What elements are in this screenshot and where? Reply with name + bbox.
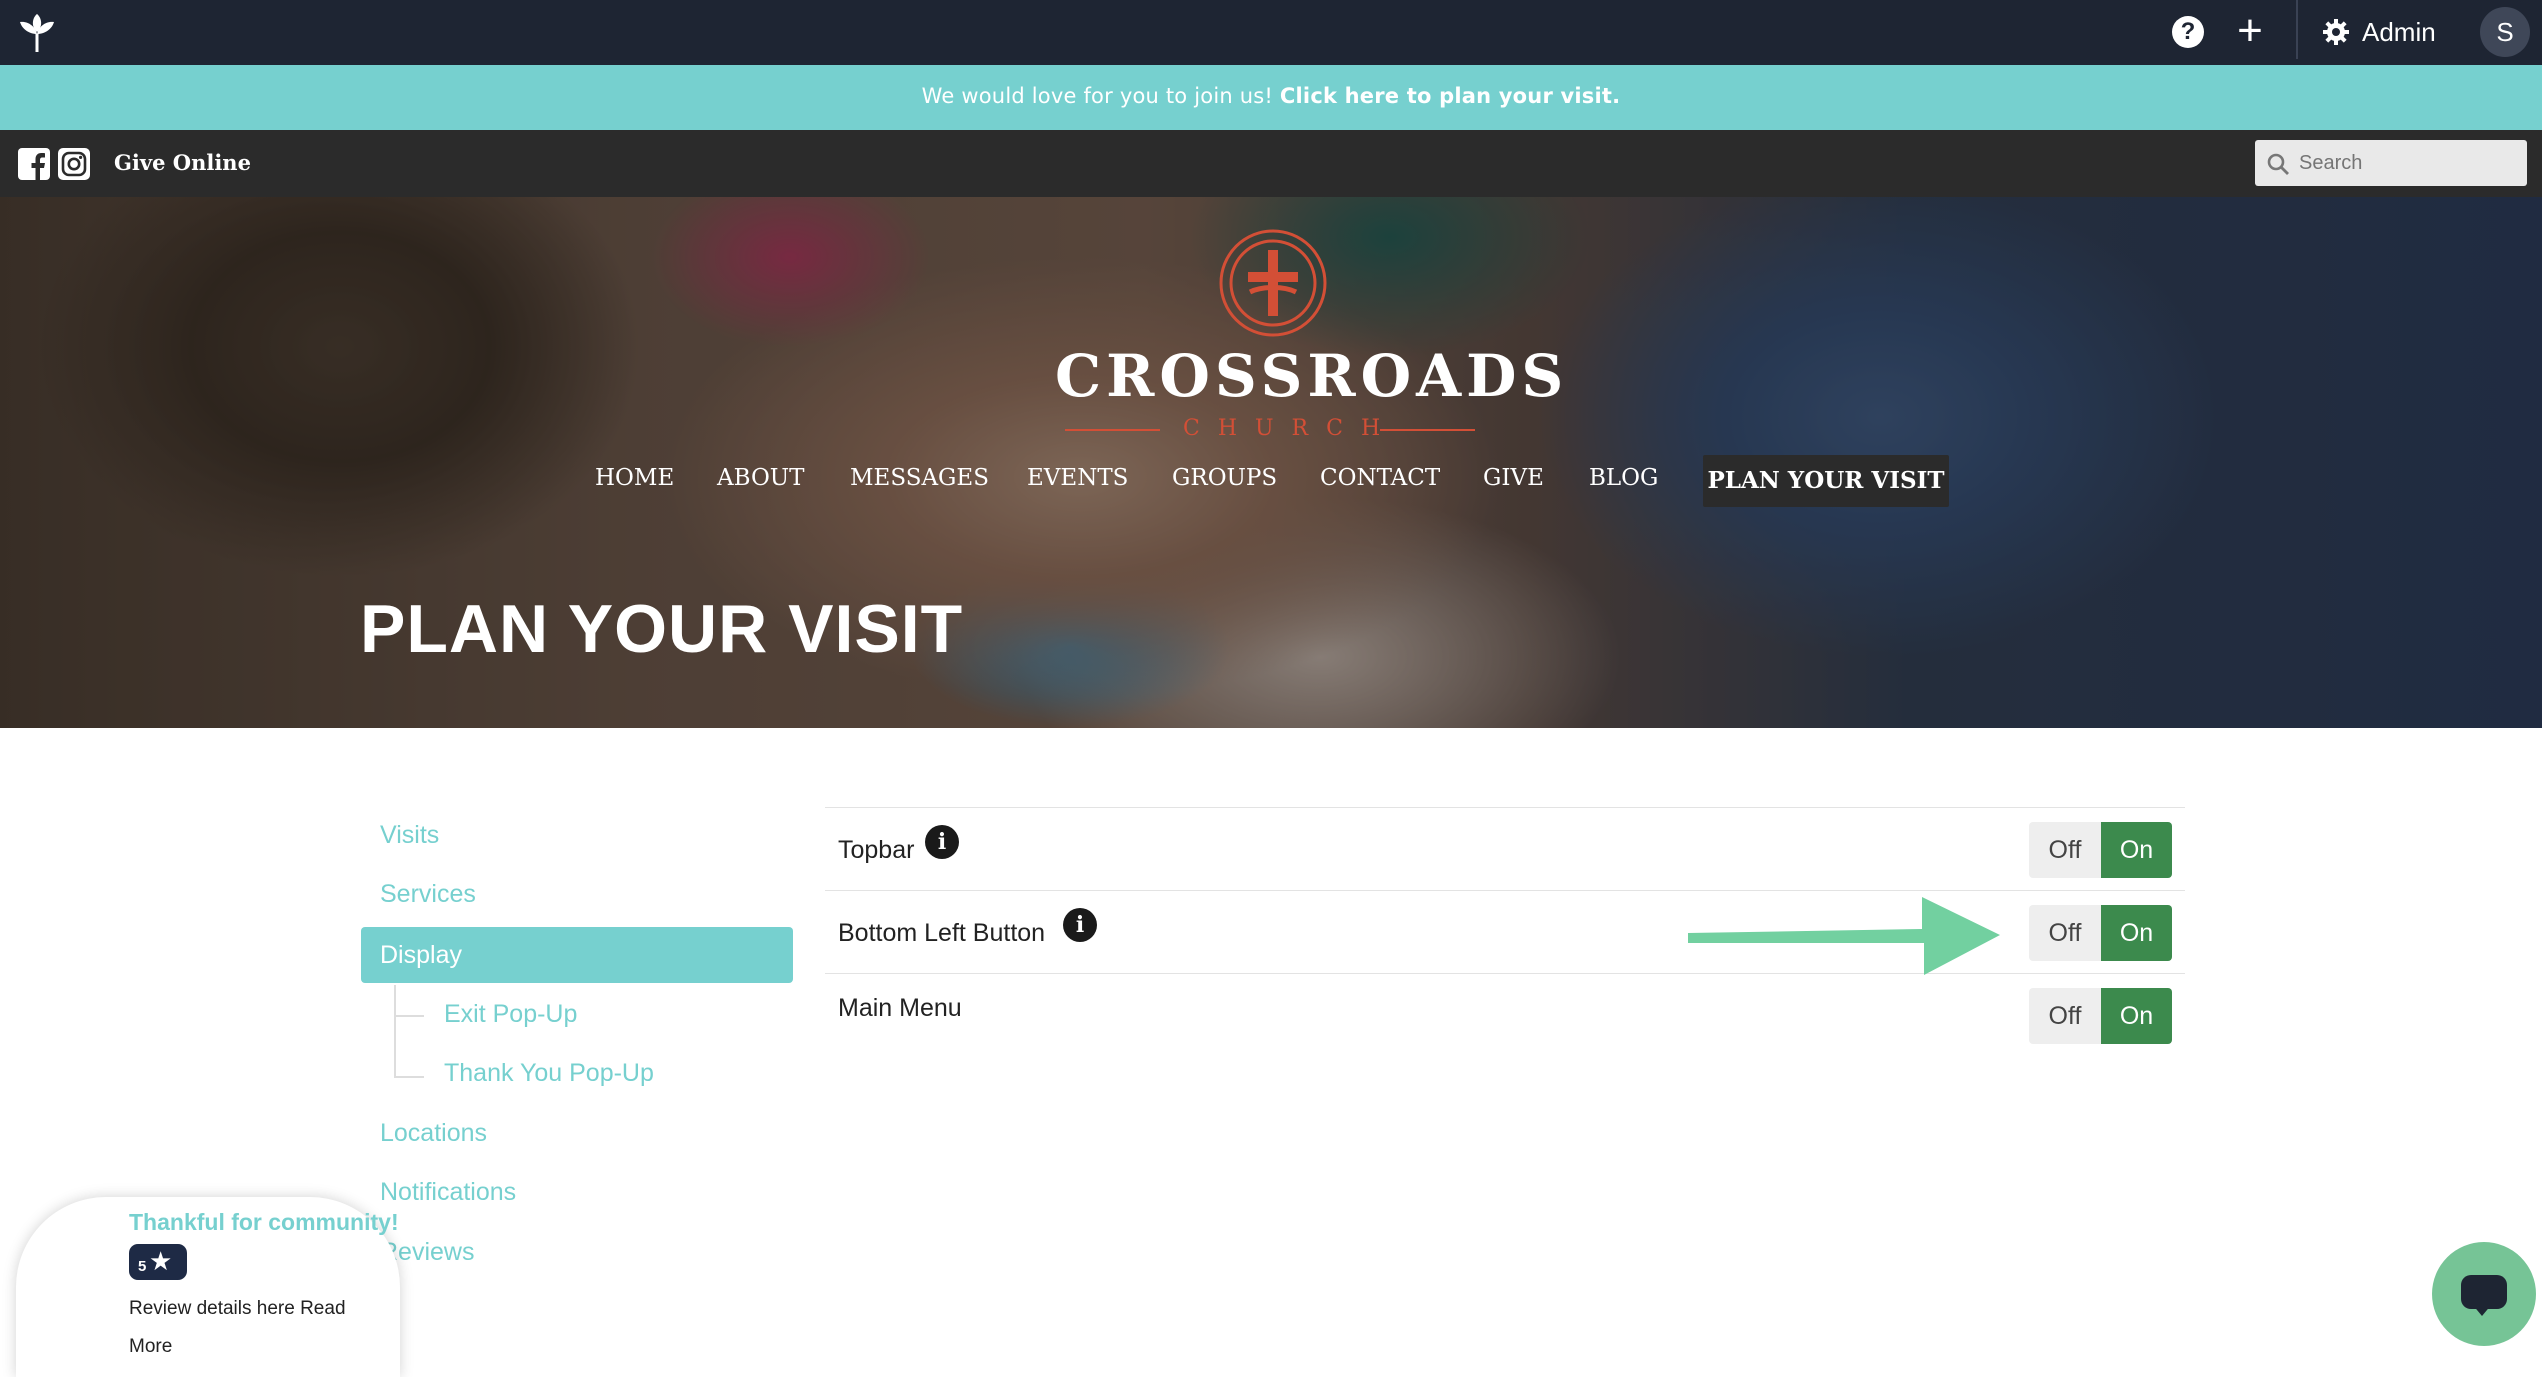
sidebar-item-thank-you-popup[interactable]: Thank You Pop-Up [444,1059,654,1088]
setting-row-topbar: Topbar [825,807,2185,890]
setting-label: Main Menu [838,994,962,1022]
utility-bar: Give Online [0,130,2542,197]
nav-home[interactable]: HOME [595,465,674,491]
nav-about[interactable]: ABOUT [717,465,805,491]
toggle-on-option[interactable]: On [2101,822,2172,878]
admin-label: Admin [2362,16,2436,47]
nav-messages[interactable]: MESSAGES [850,465,989,491]
admin-settings-button[interactable]: Admin [2322,12,2436,52]
gear-icon [2323,19,2349,45]
leaf-logo-icon[interactable] [16,12,58,54]
nav-contact[interactable]: CONTACT [1320,465,1440,491]
arrow-annotation-icon [1688,897,2000,975]
review-title: Thankful for community! [129,1209,399,1235]
nav-groups[interactable]: GROUPS [1172,465,1277,491]
nav-plan-your-visit-button[interactable]: PLAN YOUR VISIT [1703,455,1949,507]
nav-events[interactable]: EVENTS [1027,465,1128,491]
instagram-icon[interactable] [58,148,90,180]
setting-label: Topbar [838,836,915,864]
admin-bar: ? + Admin S [0,0,2542,65]
toggle-off-option[interactable]: Off [2029,905,2101,961]
nav-give[interactable]: GIVE [1483,465,1544,491]
church-subtitle: CHURCH [1065,416,1475,444]
review-read-more-link[interactable]: More [129,1328,379,1366]
admin-bar-divider [2296,0,2298,59]
topbar-toggle[interactable]: Off On [2029,822,2172,878]
info-icon[interactable]: i [1063,908,1097,942]
sidebar-item-visits[interactable]: Visits [380,821,439,850]
sidebar-item-locations[interactable]: Locations [380,1119,487,1148]
announcement-link[interactable]: Click here to plan your visit. [1280,84,1620,108]
star-icon: ★ [149,1246,173,1276]
search-icon [2267,153,2289,175]
facebook-icon[interactable] [18,148,50,180]
setting-label: Bottom Left Button [838,919,1046,947]
sidebar-item-exit-popup[interactable]: Exit Pop-Up [444,1000,577,1029]
add-icon[interactable]: + [2230,8,2270,56]
church-name: CROSSROADS [1055,342,1569,410]
setting-row-main-menu: Main Menu [825,973,2185,1056]
announcement-bar: We would love for you to join us! Click … [0,65,2542,130]
rating-badge: 5 ★ [129,1244,187,1280]
info-icon[interactable]: i [925,825,959,859]
bottom-left-button-toggle[interactable]: Off On [2029,905,2172,961]
toggle-off-option[interactable]: Off [2029,822,2101,878]
cross-logo-icon [1219,229,1327,337]
sidebar-item-services[interactable]: Services [380,880,476,909]
toggle-off-option[interactable]: Off [2029,988,2101,1044]
toggle-on-option[interactable]: On [2101,905,2172,961]
search-input[interactable] [2255,140,2527,186]
tree-connector [394,985,396,1078]
church-subtitle-text: CHURCH [1183,416,1399,441]
chat-widget-button[interactable] [2432,1242,2536,1346]
review-text-line: Review details here Read [129,1298,346,1319]
toggle-on-option[interactable]: On [2101,988,2172,1044]
main-menu-toggle[interactable]: Off On [2029,988,2172,1044]
announcement-text: We would love for you to join us! [921,84,1274,108]
sidebar-item-notifications[interactable]: Notifications [380,1178,516,1207]
help-icon[interactable]: ? [2172,16,2204,48]
give-online-link[interactable]: Give Online [114,150,251,175]
sidebar-item-display[interactable]: Display [361,927,793,983]
user-avatar[interactable]: S [2480,7,2530,57]
page-title: PLAN YOUR VISIT [360,591,964,667]
nav-blog[interactable]: BLOG [1589,465,1658,491]
rating-value: 5 [138,1258,147,1275]
review-widget[interactable]: Thankful for community! 5 ★ Review detai… [16,1197,400,1377]
review-text: Review details here Read More [129,1290,379,1366]
